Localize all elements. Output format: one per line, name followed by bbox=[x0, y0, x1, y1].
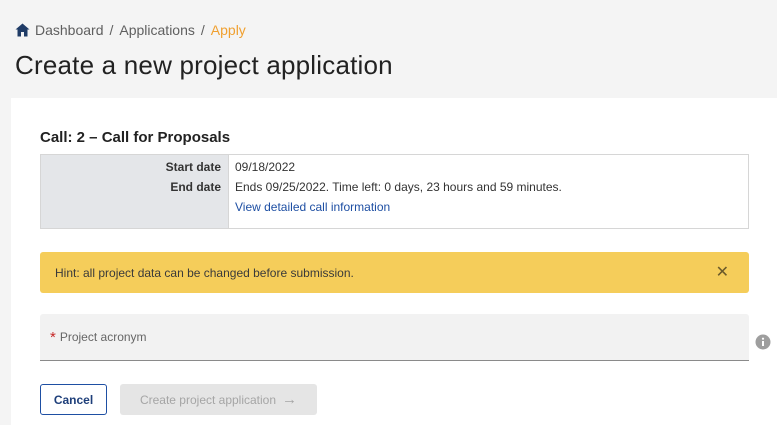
start-date-value: 09/18/2022 bbox=[235, 160, 296, 174]
cancel-button[interactable]: Cancel bbox=[40, 384, 107, 415]
start-date-label: Start date bbox=[165, 160, 221, 174]
call-info-values: 09/18/2022 Ends 09/25/2022. Time left: 0… bbox=[229, 155, 748, 228]
breadcrumb-apply: Apply bbox=[210, 22, 246, 38]
project-acronym-field[interactable]: * Project acronym bbox=[40, 314, 749, 361]
arrow-right-icon: → bbox=[282, 391, 298, 408]
breadcrumb-applications[interactable]: Applications bbox=[119, 22, 195, 38]
page-title: Create a new project application bbox=[15, 50, 393, 80]
application-card: Call: 2 – Call for Proposals Start date … bbox=[11, 98, 777, 425]
call-info-table: Start date End date 09/18/2022 Ends 09/2… bbox=[40, 154, 749, 229]
end-date-value: Ends 09/25/2022. Time left: 0 days, 23 h… bbox=[235, 180, 562, 194]
call-details-link[interactable]: View detailed call information bbox=[235, 200, 390, 214]
close-icon[interactable]: ✕ bbox=[716, 264, 729, 281]
required-marker: * bbox=[50, 328, 56, 346]
project-acronym-placeholder: Project acronym bbox=[59, 330, 147, 344]
breadcrumb-dashboard[interactable]: Dashboard bbox=[35, 22, 104, 38]
call-title: Call: 2 – Call for Proposals bbox=[40, 129, 231, 146]
hint-banner: Hint: all project data can be changed be… bbox=[40, 252, 749, 293]
breadcrumb-separator: / bbox=[200, 22, 205, 38]
breadcrumb-separator: / bbox=[109, 22, 114, 38]
end-date-label: End date bbox=[170, 180, 221, 194]
create-button-label: Create project application bbox=[139, 392, 277, 407]
breadcrumb: Dashboard / Applications / Apply bbox=[15, 21, 246, 39]
hint-text: Hint: all project data can be changed be… bbox=[55, 265, 354, 280]
create-project-application-button[interactable]: Create project application → bbox=[120, 384, 317, 415]
home-icon[interactable] bbox=[15, 23, 30, 38]
info-icon[interactable] bbox=[755, 334, 771, 350]
call-info-labels: Start date End date bbox=[41, 155, 229, 228]
